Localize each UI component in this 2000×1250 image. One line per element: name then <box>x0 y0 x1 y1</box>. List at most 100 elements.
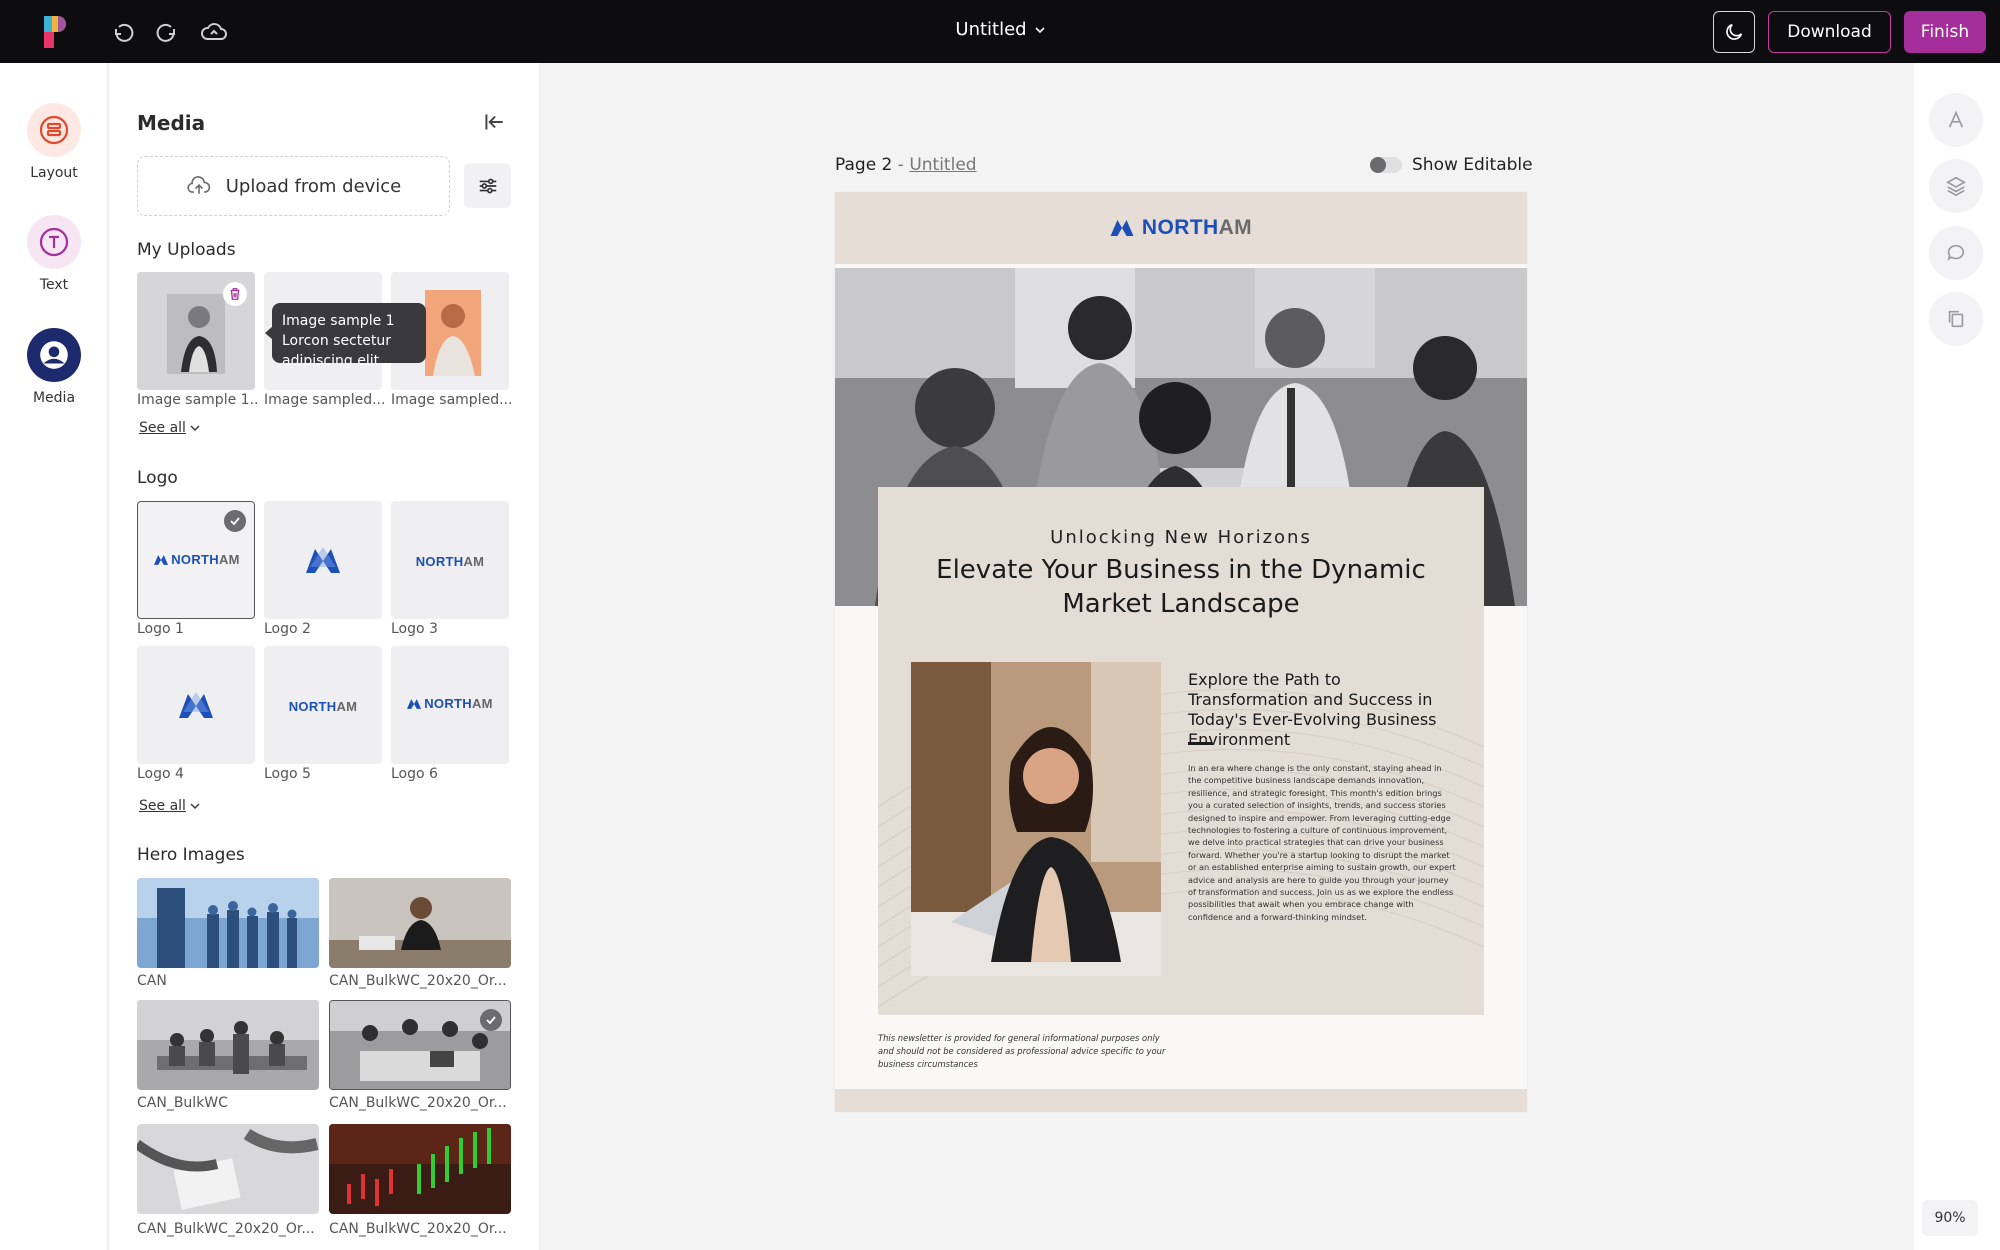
newsletter-page[interactable]: NORTHAM Unlocking New Horizons Elevate Y… <box>835 192 1527 1112</box>
newsletter-footer-band <box>835 1089 1527 1112</box>
meeting-room-image <box>137 1000 319 1090</box>
logo-thumb[interactable]: NORTHAM <box>264 646 382 764</box>
logo-am: AM <box>218 552 240 567</box>
logo-north: NORTH <box>171 552 219 567</box>
toggle-switch[interactable] <box>1370 157 1402 173</box>
logo-north: NORTH <box>424 696 472 711</box>
layers-icon <box>1946 176 1966 197</box>
logo-north: NORTH <box>415 554 464 569</box>
logo-thumb-selected[interactable]: NORTH AM <box>137 501 255 619</box>
my-uploads-heading: My Uploads <box>137 240 236 260</box>
disclaimer-text[interactable]: This newsletter is provided for general … <box>878 1032 1178 1071</box>
logo-caption: Logo 2 <box>264 621 311 637</box>
brand-am: AM <box>1218 216 1253 239</box>
page-name-link[interactable]: Untitled <box>909 155 976 175</box>
upload-tooltip: Image sample 1 Lorcon sectetur adipiscin… <box>265 303 426 369</box>
business-team-image <box>137 878 319 968</box>
logo-thumb[interactable]: NORTHAM <box>391 501 509 619</box>
cloud-upload-icon <box>187 176 210 194</box>
logo-caption: Logo 5 <box>264 766 311 782</box>
logo-caption: Logo 6 <box>391 766 438 782</box>
hero-caption: CAN_BulkWC <box>137 1095 228 1111</box>
northam-mark-icon <box>306 547 340 573</box>
copy-icon <box>1948 310 1964 328</box>
moon-icon <box>1726 23 1743 40</box>
filter-settings-button[interactable] <box>464 163 511 208</box>
card-title[interactable]: Elevate Your Business in the Dynamic Mar… <box>918 553 1444 621</box>
hero-caption: CAN <box>137 973 167 989</box>
show-editable-toggle[interactable]: Show Editable <box>1370 155 1533 175</box>
northam-mark-icon <box>407 698 422 709</box>
logo-am: AM <box>471 696 493 711</box>
upload-caption: Image sampled... <box>391 392 511 408</box>
card-body-text[interactable]: In an era where change is the only const… <box>1188 762 1456 923</box>
finish-button[interactable]: Finish <box>1904 11 1986 53</box>
logo-thumb[interactable] <box>264 501 382 619</box>
layers-button[interactable] <box>1929 159 1983 213</box>
hero-caption: CAN_BulkWC_20x20_Or... <box>329 1095 507 1111</box>
hero-thumb[interactable] <box>137 1124 319 1214</box>
hero-thumb[interactable] <box>137 878 319 968</box>
logo-caption: Logo 3 <box>391 621 438 637</box>
see-all-uploads-link[interactable]: See all <box>139 420 200 436</box>
chevron-down-icon <box>190 425 200 431</box>
northam-wordmark: NORTHAM <box>391 551 509 570</box>
logo-thumb[interactable]: NORTHAM <box>391 646 509 764</box>
document-title-menu[interactable]: Untitled <box>0 19 2000 40</box>
card-subtitle[interactable]: Explore the Path to Transformation and S… <box>1188 670 1458 750</box>
text-icon <box>27 215 81 269</box>
northam-logo: NORTH AM <box>391 696 509 711</box>
rail-item-media[interactable]: Media <box>0 328 108 406</box>
card-kicker[interactable]: Unlocking New Horizons <box>878 527 1484 548</box>
chevron-down-icon <box>190 803 200 809</box>
upload-thumb[interactable] <box>137 272 255 390</box>
dark-mode-toggle[interactable] <box>1713 11 1755 53</box>
logo-heading: Logo <box>137 468 178 488</box>
hero-thumb[interactable] <box>137 1000 319 1090</box>
hero-thumb[interactable] <box>329 878 511 968</box>
selected-check-icon <box>224 510 246 532</box>
hero-thumb-selected[interactable] <box>329 1000 511 1090</box>
show-editable-label: Show Editable <box>1412 155 1533 175</box>
brand-north: NORTH <box>1141 216 1219 239</box>
rail-item-layout[interactable]: Layout <box>0 103 108 181</box>
duplicate-page-button[interactable] <box>1929 292 1983 346</box>
northam-mark-icon <box>179 692 213 718</box>
northam-mark-icon <box>154 554 169 565</box>
northam-logo: NORTH AM <box>138 552 254 567</box>
see-all-logos-link[interactable]: See all <box>139 798 200 814</box>
logo-thumb[interactable] <box>137 646 255 764</box>
panel-title: Media <box>137 111 206 135</box>
page-number: Page 2 <box>835 155 893 175</box>
newsletter-header[interactable]: NORTHAM <box>835 192 1527 264</box>
top-bar: Untitled Download Finish <box>0 0 2000 63</box>
chevron-down-icon <box>1035 26 1045 33</box>
font-style-button[interactable] <box>1929 93 1983 147</box>
zoom-level[interactable]: 90% <box>1922 1200 1978 1236</box>
download-button[interactable]: Download <box>1768 11 1891 53</box>
sliders-icon <box>479 178 496 193</box>
comments-button[interactable] <box>1929 226 1983 280</box>
delete-upload-button[interactable] <box>223 282 247 306</box>
feature-card[interactable]: Unlocking New Horizons Elevate Your Busi… <box>878 487 1484 1015</box>
logo-north: NORTH <box>288 699 337 714</box>
smiling-businesswoman-photo <box>911 662 1161 976</box>
upload-from-device-button[interactable]: Upload from device <box>137 156 450 216</box>
upload-label: Upload from device <box>225 175 402 197</box>
stock-chart-image <box>329 1124 511 1214</box>
upload-caption: Image sample 1... <box>137 392 257 408</box>
upload-caption: Image sampled... <box>264 392 384 408</box>
rail-label: Media <box>32 390 76 406</box>
logo-am: AM <box>463 554 485 569</box>
see-all-label: See all <box>139 420 186 436</box>
hero-caption: CAN_BulkWC_20x20_Or... <box>137 1221 315 1237</box>
rail-label: Layout <box>30 165 78 181</box>
collapse-panel-icon[interactable] <box>481 109 507 135</box>
card-photo[interactable] <box>911 662 1161 976</box>
font-icon <box>1948 110 1964 128</box>
left-rail: Layout Text Media <box>0 63 108 1250</box>
hero-thumb[interactable] <box>329 1124 511 1214</box>
businesswoman-desk-image <box>329 878 511 968</box>
rail-item-text[interactable]: Text <box>0 215 108 293</box>
media-panel: Media Upload from device My Uploads Imag… <box>109 63 540 1250</box>
